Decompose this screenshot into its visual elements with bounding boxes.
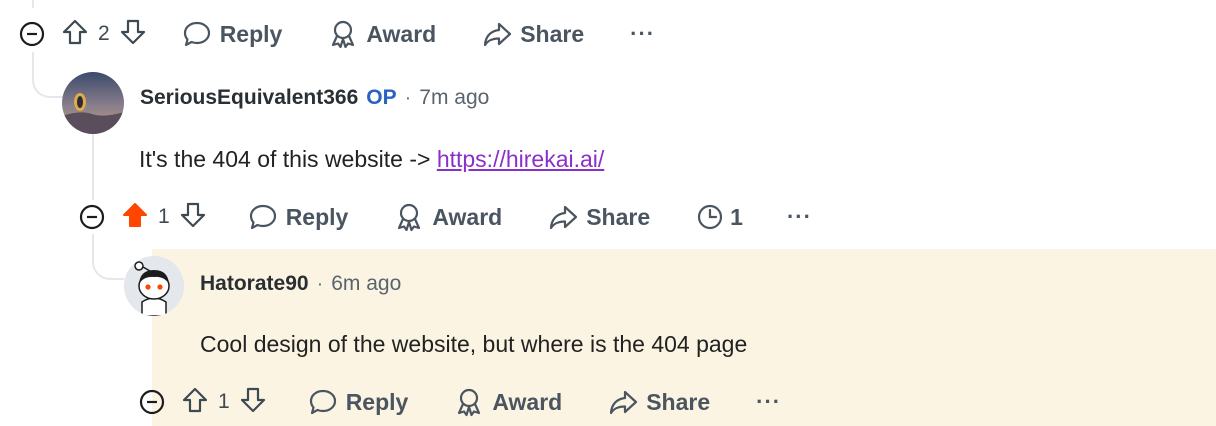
thread-line-root bbox=[32, 0, 34, 8]
award-icon bbox=[332, 20, 355, 49]
downvote-button[interactable] bbox=[178, 200, 208, 235]
more-options-button[interactable]: ··· bbox=[630, 21, 655, 47]
reply-button[interactable]: Reply bbox=[248, 203, 349, 231]
timestamp[interactable]: 7m ago bbox=[419, 86, 489, 110]
collapse-button[interactable] bbox=[138, 388, 166, 416]
share-button[interactable]: Share bbox=[548, 203, 650, 231]
share-button[interactable]: Share bbox=[608, 388, 710, 416]
thread-line-1 bbox=[92, 134, 94, 200]
award-button[interactable]: Award bbox=[394, 202, 502, 232]
comment-link[interactable]: https://hirekai.ai/ bbox=[437, 146, 604, 172]
downvote-button[interactable] bbox=[238, 385, 268, 420]
collapse-icon bbox=[19, 21, 45, 47]
award-button[interactable]: Award bbox=[328, 19, 436, 49]
comment-actions: 1 Reply Award Share ··· bbox=[138, 382, 781, 422]
reply-icon bbox=[183, 21, 210, 47]
reply-label: Reply bbox=[219, 20, 283, 47]
timestamp[interactable]: 6m ago bbox=[331, 272, 401, 296]
separator-dot: · bbox=[316, 272, 324, 295]
award-label: Award bbox=[492, 388, 563, 415]
comment-header: Hatorate90 · 6m ago bbox=[200, 270, 401, 298]
vote-count: 1 bbox=[158, 205, 170, 228]
award-icon bbox=[458, 388, 481, 417]
comment-actions: 1 Reply Award Share 1 ··· bbox=[78, 197, 812, 237]
reply-label: Reply bbox=[285, 203, 349, 230]
op-badge: OP bbox=[366, 86, 397, 109]
vote-count: 1 bbox=[218, 390, 230, 413]
username[interactable]: SeriousEquivalent366 bbox=[140, 86, 358, 110]
more-options-button[interactable]: ··· bbox=[756, 389, 781, 415]
username[interactable]: Hatorate90 bbox=[200, 272, 309, 296]
history-button[interactable]: 1 bbox=[696, 203, 743, 231]
share-label: Share bbox=[520, 20, 585, 47]
award-icon bbox=[398, 203, 421, 232]
vote-group: 2 bbox=[60, 17, 148, 52]
vote-count: 2 bbox=[98, 22, 110, 45]
collapse-icon bbox=[79, 204, 105, 230]
upvote-filled-icon bbox=[123, 202, 147, 227]
clock-icon bbox=[698, 204, 723, 230]
history-count: 1 bbox=[730, 203, 743, 230]
downvote-button[interactable] bbox=[118, 17, 148, 52]
upvote-button[interactable] bbox=[180, 385, 210, 420]
downvote-icon bbox=[240, 387, 265, 412]
comment-actions-parent: 2 Reply Award Share ··· bbox=[18, 14, 655, 54]
comment-header: SeriousEquivalent366 OP · 7m ago bbox=[140, 84, 489, 112]
upvote-icon bbox=[62, 19, 88, 44]
more-options-button[interactable]: ··· bbox=[787, 204, 812, 230]
share-icon bbox=[484, 22, 512, 47]
downvote-icon bbox=[120, 19, 145, 44]
avatar[interactable] bbox=[124, 256, 184, 316]
share-button[interactable]: Share bbox=[482, 20, 584, 48]
upvote-icon bbox=[182, 387, 208, 412]
avatar[interactable] bbox=[62, 72, 124, 134]
comment-body: Cool design of the website, but where is… bbox=[200, 331, 748, 357]
award-label: Award bbox=[432, 203, 503, 230]
collapse-icon bbox=[139, 389, 165, 415]
thread-elbow-2 bbox=[92, 234, 124, 280]
share-label: Share bbox=[646, 388, 711, 415]
downvote-icon bbox=[180, 202, 205, 227]
reply-button[interactable]: Reply bbox=[308, 388, 409, 416]
thread-elbow-1 bbox=[32, 52, 64, 98]
vote-group: 1 bbox=[120, 200, 208, 235]
comment-body: It's the 404 of this website -> https://… bbox=[139, 146, 604, 173]
share-icon bbox=[550, 205, 578, 230]
reply-label: Reply bbox=[345, 388, 409, 415]
snoo-avatar-image bbox=[124, 256, 184, 316]
upvote-button[interactable] bbox=[120, 200, 150, 235]
share-label: Share bbox=[586, 203, 651, 230]
share-icon bbox=[610, 390, 638, 415]
vote-group: 1 bbox=[180, 385, 268, 420]
reply-button[interactable]: Reply bbox=[182, 20, 283, 48]
upvote-button[interactable] bbox=[60, 17, 90, 52]
reply-icon bbox=[249, 204, 276, 230]
award-button[interactable]: Award bbox=[454, 387, 562, 417]
avatar-image bbox=[62, 72, 124, 134]
collapse-button[interactable] bbox=[78, 203, 106, 231]
separator-dot: · bbox=[404, 86, 412, 109]
award-label: Award bbox=[366, 20, 437, 47]
collapse-button[interactable] bbox=[18, 20, 46, 48]
reply-icon bbox=[309, 389, 336, 415]
comment-text: It's the 404 of this website -> bbox=[139, 146, 437, 172]
